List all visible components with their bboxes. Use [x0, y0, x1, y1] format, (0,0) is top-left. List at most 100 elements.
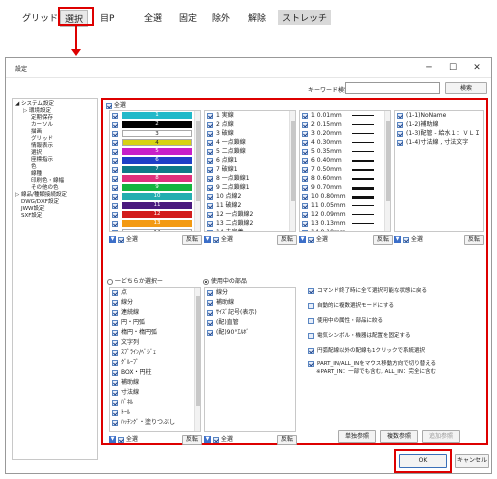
color-checkbox[interactable] — [112, 193, 118, 200]
linewidth-checkbox[interactable] — [302, 139, 308, 146]
filter-icon[interactable]: ▼ — [299, 236, 306, 243]
linewidth-row[interactable]: 6 0.40mm — [302, 156, 374, 165]
linetype-row[interactable]: 7 破線1 — [207, 165, 238, 174]
linewidth-row[interactable]: 5 0.35mm — [302, 147, 374, 156]
linewidth-row[interactable]: 9 0.70mm — [302, 183, 374, 192]
radio-b[interactable] — [203, 278, 209, 285]
linetype-row[interactable]: 14 未定義 — [207, 228, 244, 231]
layer-all-checkbox[interactable] — [402, 236, 409, 243]
color-row[interactable]: 12 — [112, 210, 192, 219]
color-row[interactable]: 5 — [112, 147, 192, 156]
linewidth-scrollbar[interactable] — [384, 111, 390, 231]
color-checkbox[interactable] — [112, 211, 118, 218]
linewidth-all-checkbox[interactable] — [307, 236, 314, 243]
linetype-checkbox[interactable] — [207, 211, 213, 218]
linewidth-row[interactable]: 11 0.05mm — [302, 201, 374, 210]
option-row[interactable]: 電気シンボル・機器は配置を固定する — [308, 331, 411, 339]
part-checkbox[interactable] — [207, 299, 213, 306]
color-checkbox[interactable] — [112, 130, 118, 137]
part-checkbox[interactable] — [207, 289, 213, 296]
linewidth-checkbox[interactable] — [302, 184, 308, 191]
linewidth-checkbox[interactable] — [302, 193, 308, 200]
linetype-row[interactable]: 6 点線1 — [207, 156, 238, 165]
layer-row[interactable]: (1-4)寸法線 , 寸法文字 — [397, 138, 468, 147]
cancel-button[interactable]: キャンセル — [455, 454, 489, 468]
element-row[interactable]: ﾄｰﾙ — [112, 408, 130, 417]
linetype-checkbox[interactable] — [207, 157, 213, 164]
element-row[interactable]: ｸﾞﾙｰﾌﾟ — [112, 358, 139, 367]
tree-item[interactable]: 環境設定 — [29, 108, 51, 115]
layer-checkbox[interactable] — [397, 121, 403, 128]
color-row[interactable]: 3 — [112, 129, 192, 138]
color-checkbox[interactable] — [112, 202, 118, 209]
select-all-button[interactable]: 全選 — [140, 10, 166, 25]
linetype-row[interactable]: 12 一点鎖線2 — [207, 210, 253, 219]
option-checkbox[interactable] — [308, 360, 314, 367]
element-row[interactable]: 円・円弧 — [112, 318, 145, 327]
part-checkbox[interactable] — [207, 319, 213, 326]
linetype-checkbox[interactable] — [207, 220, 213, 227]
tree-item[interactable]: カーソル — [31, 122, 53, 129]
color-checkbox[interactable] — [112, 112, 118, 119]
element-row[interactable]: 線分 — [112, 298, 133, 307]
color-row[interactable]: 7 — [112, 165, 192, 174]
close-icon[interactable]: ✕ — [467, 61, 487, 75]
tree-item[interactable]: 選択 — [31, 150, 42, 157]
element-scrollbar[interactable] — [194, 288, 200, 431]
linewidth-row[interactable]: 4 0.30mm — [302, 138, 374, 147]
color-checkbox[interactable] — [112, 148, 118, 155]
element-checkbox[interactable] — [112, 419, 118, 426]
color-row[interactable]: 4 — [112, 138, 192, 147]
multi-ref-button[interactable]: 複数参照 — [380, 430, 418, 443]
tree-item[interactable]: DWG/DXF設定 — [21, 199, 59, 206]
element-checkbox[interactable] — [112, 309, 118, 316]
element-checkbox[interactable] — [112, 409, 118, 416]
linewidth-checkbox[interactable] — [302, 148, 308, 155]
linetype-checkbox[interactable] — [207, 202, 213, 209]
linewidth-checkbox[interactable] — [302, 121, 308, 128]
tree-item[interactable]: 色 — [31, 164, 37, 171]
element-checkbox[interactable] — [112, 349, 118, 356]
jp-button[interactable]: 目P — [96, 10, 118, 25]
element-row[interactable]: 楕円・楕円弧 — [112, 328, 157, 337]
option-row[interactable]: 自動的に複数選択モードにする — [308, 301, 394, 309]
linewidth-row[interactable]: 14 0.18mm — [302, 228, 346, 231]
keyword-input[interactable] — [345, 82, 440, 94]
option-row[interactable]: 円弧配線以外の配線も1クリックで系統選択 — [308, 346, 425, 354]
option-checkbox[interactable] — [308, 287, 314, 294]
element-row[interactable]: 補助線 — [112, 378, 139, 387]
tree-item[interactable]: 線種 — [31, 171, 42, 178]
layer-row[interactable]: (1-2)補助線 — [397, 120, 438, 129]
layer-checkbox[interactable] — [397, 112, 403, 119]
color-all-checkbox[interactable] — [117, 236, 124, 243]
color-checkbox[interactable] — [112, 121, 118, 128]
color-row[interactable]: 14 — [112, 228, 192, 231]
color-invert-button[interactable]: 反転 — [182, 235, 202, 245]
linewidth-checkbox[interactable] — [302, 220, 308, 227]
element-row[interactable]: ﾊﾟﾈﾙ — [112, 398, 133, 407]
tree-item[interactable]: システム設定 — [21, 101, 54, 108]
tree-item[interactable]: 座標指示 — [31, 157, 53, 164]
color-row[interactable]: 2 — [112, 120, 192, 129]
option-checkbox[interactable] — [308, 302, 314, 309]
option-row[interactable]: 使用中の属性・部品に絞る — [308, 316, 383, 324]
color-row[interactable]: 6 — [112, 156, 192, 165]
linetype-checkbox[interactable] — [207, 112, 213, 119]
part-row[interactable]: ｻｲｽﾞ記号(表示) — [207, 308, 257, 317]
option-checkbox[interactable] — [308, 317, 314, 324]
mode-radio-b[interactable]: 使用中の部品 — [203, 277, 247, 287]
element-invert-button[interactable]: 反転 — [182, 435, 202, 445]
linewidth-checkbox[interactable] — [302, 157, 308, 164]
tree-item[interactable]: SXF設定 — [21, 213, 42, 220]
linewidth-row[interactable]: 13 0.13mm — [302, 219, 374, 228]
linetype-checkbox[interactable] — [207, 130, 213, 137]
parts-invert-button[interactable]: 反転 — [277, 435, 297, 445]
linetype-checkbox[interactable] — [207, 139, 213, 146]
linewidth-row[interactable]: 8 0.60mm — [302, 174, 374, 183]
color-row[interactable]: 10 — [112, 192, 192, 201]
tree-toggle-icon[interactable]: ◢ — [15, 101, 19, 108]
parts-all-checkbox[interactable] — [212, 436, 219, 443]
element-checkbox[interactable] — [112, 389, 118, 396]
tree-item[interactable]: 線品/種類接続設定 — [21, 192, 67, 199]
linetype-row[interactable]: 8 一点鎖線1 — [207, 174, 250, 183]
